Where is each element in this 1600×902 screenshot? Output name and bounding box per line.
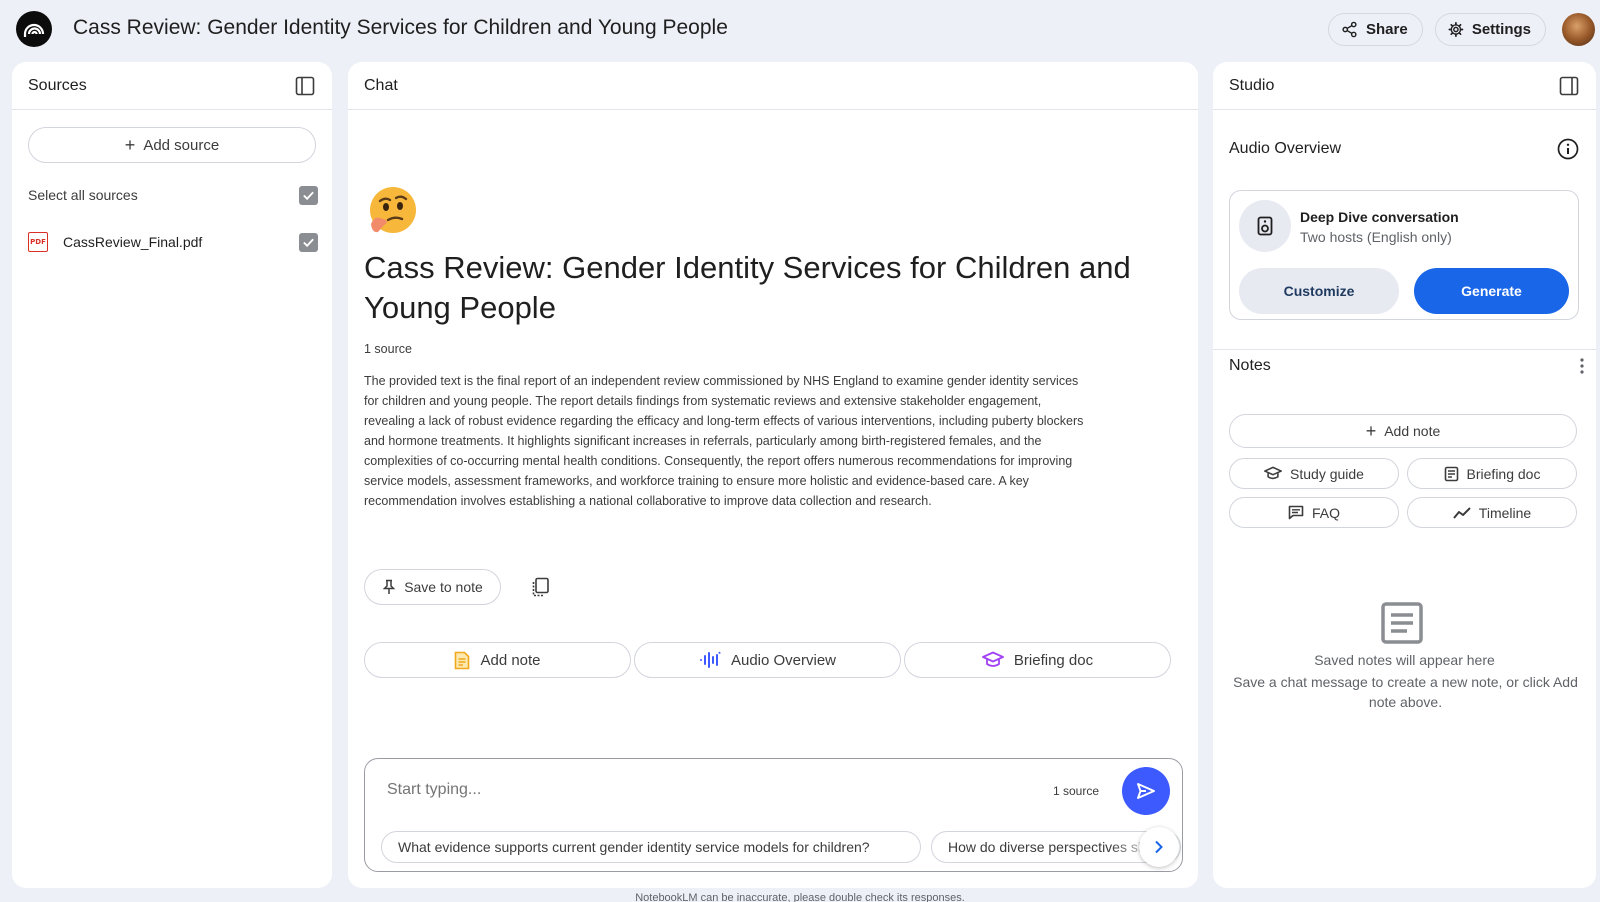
notebooklm-logo-icon[interactable] [16, 11, 52, 47]
briefing-doc-tool-button[interactable]: Briefing doc [1407, 458, 1577, 489]
studio-header: Studio [1213, 62, 1596, 110]
app-header: Cass Review: Gender Identity Services fo… [0, 0, 1600, 60]
plus-icon: + [124, 135, 136, 155]
settings-button[interactable]: Settings [1435, 13, 1546, 46]
speaker-icon [1239, 200, 1291, 252]
source-item-name-wrap: PDF CassReview_Final.pdf [28, 232, 202, 252]
notes-header: Notes [1229, 357, 1585, 375]
add-note-button[interactable]: + Add note [1229, 414, 1577, 448]
thinking-face-emoji-icon [370, 187, 416, 233]
empty-notes-title: Saved notes will appear here [1314, 652, 1495, 668]
audio-overview-card: Deep Dive conversation Two hosts (Englis… [1229, 190, 1579, 320]
share-icon [1342, 21, 1357, 38]
audio-overview-label: Audio Overview [730, 651, 837, 669]
source-count: 1 source [364, 342, 412, 356]
add-note-suggestion-button[interactable]: Add note [364, 642, 631, 678]
audio-card-subtitle: Two hosts (English only) [1300, 229, 1452, 245]
select-all-label: Select all sources [28, 187, 138, 203]
chevron-right-icon [1155, 840, 1163, 854]
gear-icon [1448, 22, 1464, 37]
sources-panel: Sources + Add source Select all sources … [12, 62, 332, 888]
audio-overview-heading: Audio Overview [1229, 140, 1342, 157]
avatar[interactable] [1562, 13, 1595, 46]
checkmark-icon [303, 238, 314, 247]
study-guide-label: Study guide [1290, 465, 1364, 482]
audio-wave-icon [699, 651, 721, 668]
source-checkbox[interactable] [299, 232, 318, 252]
sources-heading: Sources [28, 76, 87, 94]
notes-heading: Notes [1229, 357, 1271, 374]
add-note-label: Add note [1384, 423, 1441, 439]
copy-icon[interactable] [530, 576, 552, 598]
share-label: Share [1366, 21, 1408, 38]
faq-label: FAQ [1311, 504, 1340, 521]
faq-button[interactable]: FAQ [1229, 497, 1399, 528]
sources-header: Sources [12, 62, 332, 110]
collapse-panel-icon[interactable] [294, 75, 316, 97]
save-to-note-button[interactable]: Save to note [364, 569, 501, 605]
add-note-suggestion-label: Add note [480, 651, 541, 669]
plus-icon: + [1365, 421, 1377, 441]
studio-heading: Studio [1229, 76, 1275, 94]
graduation-cap-icon [1264, 466, 1282, 480]
notes-document-icon [1381, 602, 1423, 644]
briefing-doc-label: Briefing doc [1013, 651, 1094, 669]
note-icon [455, 651, 470, 669]
composer-source-count: 1 source [1053, 784, 1100, 798]
add-source-button[interactable]: + Add source [28, 127, 316, 163]
source-item[interactable]: PDF CassReview_Final.pdf [28, 230, 318, 254]
audio-overview-button[interactable]: Audio Overview [634, 642, 901, 678]
pdf-icon: PDF [28, 232, 48, 252]
generate-button[interactable]: Generate [1414, 268, 1569, 314]
timeline-button[interactable]: Timeline [1407, 497, 1577, 528]
audio-card-title: Deep Dive conversation [1300, 209, 1459, 225]
settings-label: Settings [1471, 21, 1531, 38]
collapse-panel-icon[interactable] [1558, 75, 1580, 97]
pin-icon [382, 579, 396, 594]
studio-panel: Studio Audio Overview Deep Dive conversa… [1213, 62, 1596, 888]
graduation-cap-icon [981, 651, 1004, 667]
empty-notes-subtitle: Save a chat message to create a new note… [1233, 674, 1578, 710]
chat-bubble-icon [1288, 505, 1304, 520]
divider [1213, 349, 1596, 350]
customize-button[interactable]: Customize [1239, 268, 1399, 314]
next-suggestions-button[interactable] [1139, 827, 1179, 867]
audio-overview-header: Audio Overview [1229, 138, 1579, 160]
chat-composer: 1 source What evidence supports current … [364, 758, 1183, 872]
suggestion-chip-label: What evidence supports current gender id… [398, 839, 870, 855]
source-item-name: CassReview_Final.pdf [63, 234, 203, 250]
briefing-doc-tool-label: Briefing doc [1466, 465, 1541, 482]
document-icon [1444, 466, 1458, 481]
chat-header: Chat [348, 62, 1198, 110]
notebook-title[interactable]: Cass Review: Gender Identity Services fo… [73, 16, 728, 40]
select-all-row[interactable]: Select all sources [28, 183, 318, 207]
info-icon[interactable] [1557, 138, 1579, 160]
disclaimer: NotebookLM can be inaccurate, please dou… [635, 892, 965, 902]
notebook-heading: Cass Review: Gender Identity Services fo… [364, 250, 1131, 325]
briefing-doc-button[interactable]: Briefing doc [904, 642, 1171, 678]
send-button[interactable] [1122, 767, 1170, 815]
chat-input[interactable] [387, 781, 1027, 799]
more-vert-icon[interactable] [1579, 357, 1585, 375]
select-all-checkbox[interactable] [299, 185, 318, 205]
suggestion-chip[interactable]: What evidence supports current gender id… [381, 831, 921, 863]
save-to-note-label: Save to note [404, 579, 483, 595]
chat-heading: Chat [364, 76, 398, 94]
study-guide-button[interactable]: Study guide [1229, 458, 1399, 489]
share-button[interactable]: Share [1328, 13, 1423, 46]
chat-panel: Chat Cass Review: Gender Identity Servic… [348, 62, 1198, 888]
trend-icon [1453, 506, 1471, 519]
checkmark-icon [303, 191, 314, 200]
add-source-label: Add source [143, 136, 220, 154]
timeline-label: Timeline [1478, 504, 1532, 521]
send-icon [1137, 783, 1155, 799]
notebook-summary: The provided text is the final report of… [364, 374, 1084, 508]
